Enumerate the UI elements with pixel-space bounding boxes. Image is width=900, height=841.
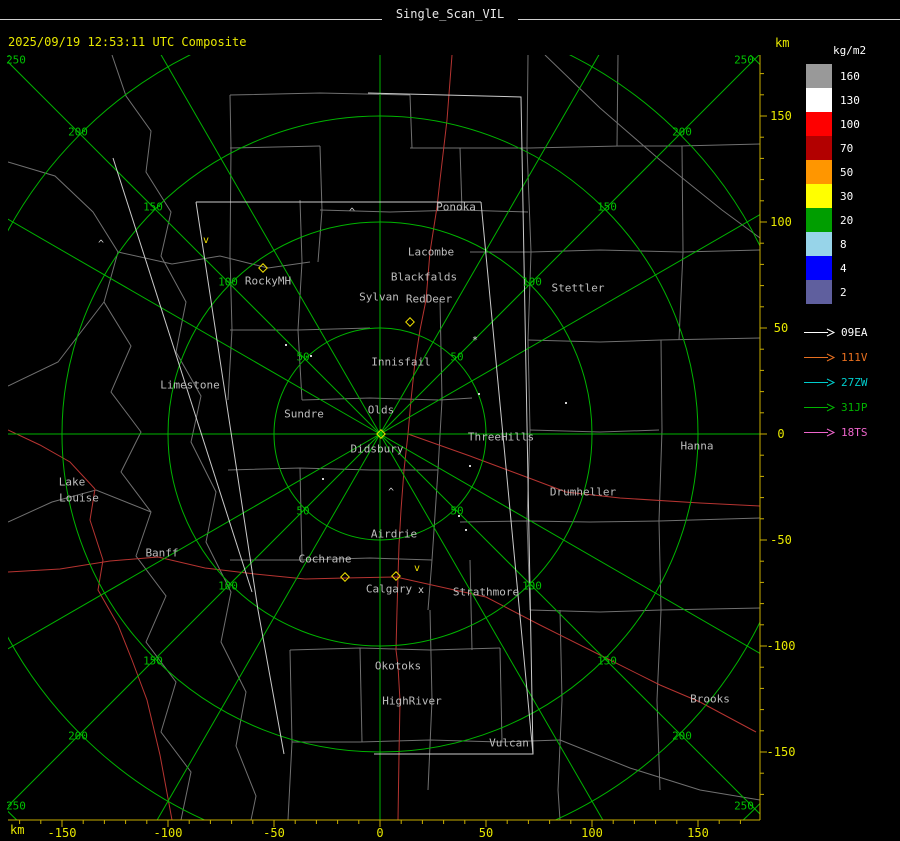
color-scale-value: 8: [840, 237, 847, 251]
station-row-27zw: 27ZW: [800, 370, 900, 395]
color-scale-swatch: [806, 112, 832, 136]
color-scale-swatch: [806, 208, 832, 232]
radar-map-canvas[interactable]: [8, 55, 760, 820]
color-scale-row: 100: [800, 112, 900, 136]
title-bar: Single_Scan_VIL: [0, 0, 900, 22]
color-scale-row: 8: [800, 232, 900, 256]
color-scale-row: 2: [800, 280, 900, 304]
legend-unit-label: kg/m2: [833, 44, 867, 57]
color-scale-value: 160: [840, 69, 860, 83]
station-id-label: 18TS: [841, 426, 868, 439]
station-row-111v: 111V: [800, 345, 900, 370]
color-scale-swatch: [806, 136, 832, 160]
color-scale-swatch: [806, 88, 832, 112]
color-scale-swatch: [806, 184, 832, 208]
color-scale-value: 4: [840, 261, 847, 275]
color-scale-swatch: [806, 232, 832, 256]
color-scale-row: 20: [800, 208, 900, 232]
color-scale-row: 4: [800, 256, 900, 280]
color-scale-swatch: [806, 160, 832, 184]
legend-panel: kg/m2 160 130 100 70 50 30 20 8 4 2 09EA 111V 27ZW 3…: [800, 44, 900, 445]
color-scale-value: 20: [840, 213, 854, 227]
station-arrow-icon: [804, 378, 836, 387]
color-scale-row: 160: [800, 64, 900, 88]
color-scale-swatch: [806, 256, 832, 280]
right-axis-unit-label: km: [775, 36, 790, 50]
station-row-18ts: 18TS: [800, 420, 900, 445]
color-scale-value: 30: [840, 189, 854, 203]
color-scale-swatch: [806, 280, 832, 304]
color-scale-swatch: [806, 64, 832, 88]
station-arrow-icon: [804, 403, 836, 412]
color-scale-value: 50: [840, 165, 854, 179]
station-row-09ea: 09EA: [800, 320, 900, 345]
vil-color-scale: 160 130 100 70 50 30 20 8 4 2: [800, 64, 900, 304]
station-arrow-icon: [804, 353, 836, 362]
station-id-label: 31JP: [841, 401, 868, 414]
radar-station-legend: 09EA 111V 27ZW 31JP 18TS: [800, 320, 900, 445]
color-scale-row: 30: [800, 184, 900, 208]
color-scale-row: 70: [800, 136, 900, 160]
title-rule-right: [518, 19, 900, 20]
color-scale-row: 130: [800, 88, 900, 112]
station-id-label: 09EA: [841, 326, 868, 339]
color-scale-value: 70: [840, 141, 854, 155]
station-row-31jp: 31JP: [800, 395, 900, 420]
scan-timestamp: 2025/09/19 12:53:11 UTC Composite: [8, 35, 247, 49]
station-arrow-icon: [804, 428, 836, 437]
title-rule-left: [0, 19, 382, 20]
station-id-label: 27ZW: [841, 376, 868, 389]
color-scale-value: 100: [840, 117, 860, 131]
station-id-label: 111V: [841, 351, 868, 364]
window-title: Single_Scan_VIL: [395, 7, 505, 21]
color-scale-row: 50: [800, 160, 900, 184]
bottom-axis-unit-label: km: [10, 823, 25, 837]
color-scale-value: 2: [840, 285, 847, 299]
station-arrow-icon: [804, 328, 836, 337]
color-scale-value: 130: [840, 93, 860, 107]
